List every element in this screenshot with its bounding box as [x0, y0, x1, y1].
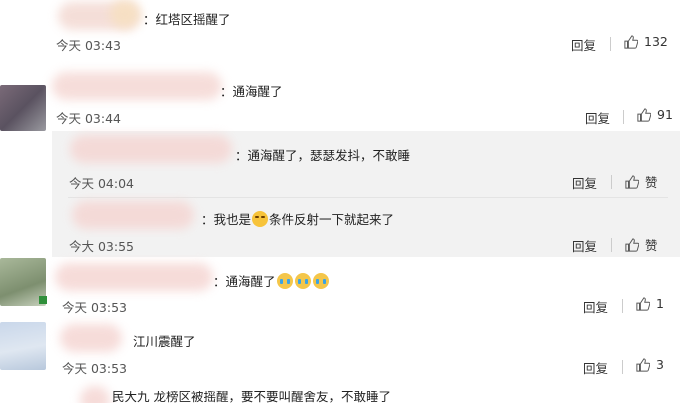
comment-time: 今天 03:43 — [56, 38, 121, 53]
sub-replies-panel: ：通海醒了，瑟瑟发抖，不敢睡 今天 04:04 回复 赞 ：我也是 条件反射一下就… — [52, 131, 680, 257]
comment-text: ：红塔区摇醒了 — [143, 12, 231, 27]
blurred-username — [60, 324, 122, 352]
reply-text: ：我也是 条件反射一下就起来了 — [201, 209, 394, 228]
comment-text-main: ：通海醒了 — [213, 274, 276, 289]
reply-text-b: 条件反射一下就起来了 — [269, 212, 395, 227]
divider — [610, 37, 611, 51]
comment-1: ：红塔区摇醒了 今天 03:43 回复 132 — [0, 0, 680, 62]
blurred-username-accent — [110, 0, 140, 28]
reply-text: ：通海醒了，瑟瑟发抖，不敢睡 — [235, 148, 411, 163]
truncated-comment: 民大九 龙榜区被摇醒，要不要叫醒舍友，不敢睡了 — [108, 391, 508, 403]
thumbs-up-icon — [625, 237, 639, 252]
like-count: 3 — [656, 357, 664, 372]
grin-emoji-icon — [252, 211, 269, 227]
thumbs-up-icon — [637, 107, 651, 122]
like-count: 132 — [644, 34, 668, 49]
divider — [611, 175, 612, 189]
like-label: 赞 — [645, 175, 658, 190]
like-button[interactable]: 赞 — [625, 235, 658, 254]
comment-text: 江川震醒了 — [133, 334, 196, 349]
divider — [623, 110, 624, 124]
comment-time: 今天 03:53 — [62, 300, 127, 315]
truncated-comment-text: 民大九 龙榜区被摇醒，要不要叫醒舍友，不敢睡了 — [112, 391, 391, 403]
like-button[interactable]: 赞 — [625, 172, 658, 191]
like-label: 赞 — [645, 238, 658, 253]
verified-badge-icon — [39, 296, 47, 304]
thumbs-up-icon — [624, 34, 638, 49]
divider — [622, 360, 623, 374]
blurred-username — [70, 135, 232, 163]
avatar[interactable] — [0, 322, 46, 370]
reply-time: 今天 04:04 — [69, 176, 134, 191]
crying-emoji-icon — [294, 273, 311, 289]
reply-button[interactable]: 回复 — [585, 108, 610, 127]
blurred-username — [80, 386, 110, 403]
comment-text: ：通海醒了 — [220, 84, 283, 99]
reply-button[interactable]: 回复 — [571, 35, 596, 54]
divider-line — [68, 197, 668, 198]
crying-emoji-icon — [276, 273, 293, 289]
reply-button[interactable]: 回复 — [583, 297, 608, 316]
reply-time: 今大 03:55 — [69, 239, 134, 254]
like-button[interactable]: 132 — [624, 34, 668, 49]
thumbs-up-icon — [625, 174, 639, 189]
blurred-username — [55, 263, 213, 291]
reply-button[interactable]: 回复 — [583, 358, 608, 377]
comment-time: 今天 03:53 — [62, 361, 127, 376]
like-button[interactable]: 91 — [637, 107, 673, 122]
avatar[interactable] — [0, 85, 46, 131]
reply-text-a: ：我也是 — [201, 212, 252, 227]
like-button[interactable]: 1 — [636, 296, 664, 311]
like-count: 91 — [657, 107, 673, 122]
reply-button[interactable]: 回复 — [572, 236, 597, 255]
divider — [611, 238, 612, 252]
blurred-username — [72, 201, 194, 229]
blurred-username — [52, 72, 222, 100]
like-button[interactable]: 3 — [636, 357, 664, 372]
thumbs-up-icon — [636, 296, 650, 311]
crying-emoji-icon — [312, 273, 329, 289]
like-count: 1 — [656, 296, 664, 311]
thumbs-up-icon — [636, 357, 650, 372]
divider — [622, 299, 623, 313]
comment-text: ：通海醒了 — [213, 271, 330, 290]
comment-time: 今天 03:44 — [56, 111, 121, 126]
reply-button[interactable]: 回复 — [572, 173, 597, 192]
